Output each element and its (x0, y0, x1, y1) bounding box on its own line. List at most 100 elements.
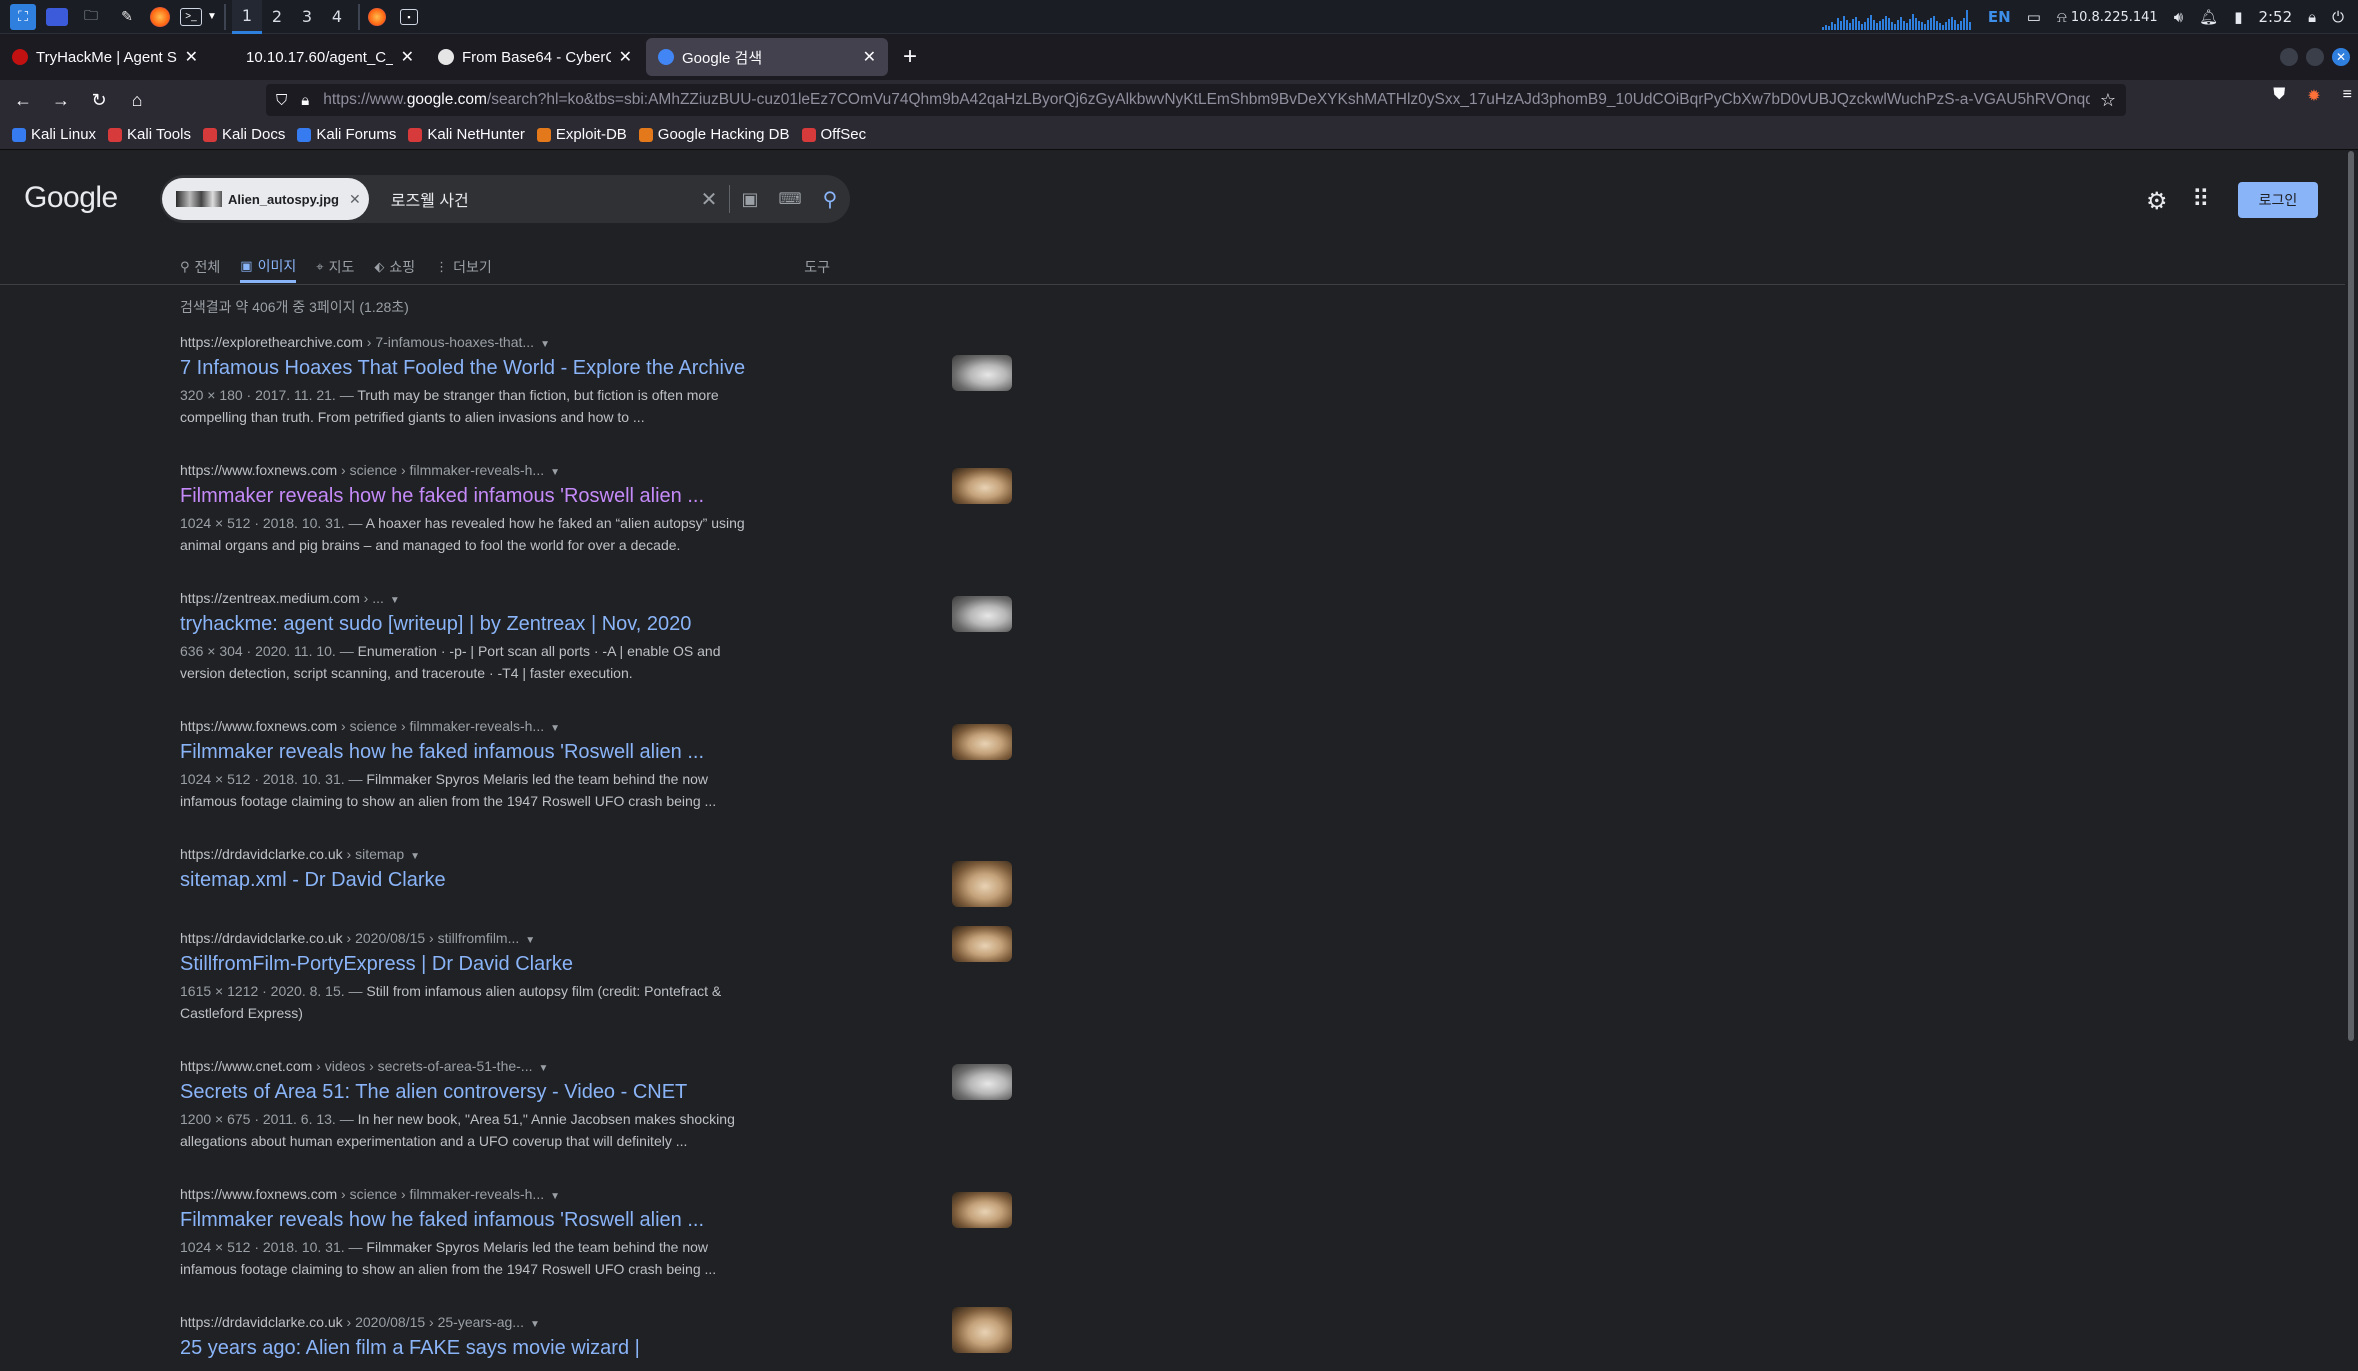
result-url[interactable]: https://zentreax.medium.com › ... ▼ (180, 590, 840, 606)
result-title-link[interactable]: 25 years ago: Alien film a FAKE says mov… (180, 1337, 840, 1360)
workspace-2[interactable]: 2 (262, 0, 292, 34)
result-title-link[interactable]: Filmmaker reveals how he faked infamous … (180, 741, 840, 764)
result-url[interactable]: https://www.cnet.com › videos › secrets-… (180, 1058, 840, 1074)
result-title-link[interactable]: Secrets of Area 51: The alien controvers… (180, 1081, 840, 1104)
caret-down-icon[interactable]: ▼ (550, 1191, 560, 1202)
caret-down-icon[interactable]: ▼ (525, 935, 535, 946)
pocket-icon[interactable]: ⛊ (2273, 86, 2285, 106)
tab-close-icon[interactable]: ✕ (619, 47, 632, 67)
workspace-4[interactable]: 4 (322, 0, 352, 34)
new-tab-button[interactable]: + (890, 34, 930, 80)
caret-down-icon[interactable]: ▼ (390, 595, 400, 606)
url-text[interactable]: https://www.google.com/search?hl=ko&tbs=… (323, 91, 2090, 109)
desktop-icon[interactable] (46, 7, 68, 26)
result-title-link[interactable]: 7 Infamous Hoaxes That Fooled the World … (180, 357, 840, 380)
result-thumbnail[interactable] (952, 355, 1012, 391)
tools-button[interactable]: 도구 (804, 251, 830, 283)
result-thumbnail[interactable] (952, 861, 1012, 907)
bookmark-item[interactable]: Exploit-DB (536, 126, 627, 143)
scrollbar[interactable] (2348, 151, 2354, 1041)
gear-icon[interactable]: ⚙ (2146, 187, 2168, 216)
volume-icon[interactable]: 🔊︎ (2174, 8, 2183, 26)
search-tab[interactable]: ⋮ 더보기 (435, 251, 492, 283)
lock-icon[interactable]: 🔒︎ (301, 92, 309, 109)
lock-icon[interactable]: 🔒︎ (2308, 8, 2316, 26)
result-thumbnail[interactable] (952, 926, 1012, 962)
power-icon[interactable]: ⏻ (2332, 8, 2344, 26)
clear-search-icon[interactable]: ✕ (689, 187, 729, 212)
network-icon[interactable]: ⍾ 10.8.225.141 (2057, 8, 2158, 26)
browser-tab[interactable]: From Base64 - CyberChef ✕ (426, 34, 644, 80)
search-tab[interactable]: ⌖ 지도 (316, 251, 354, 283)
result-thumbnail[interactable] (952, 596, 1012, 632)
image-search-chip[interactable]: Alien_autospy.jpg ✕ (162, 178, 369, 220)
caret-down-icon[interactable]: ▼ (540, 339, 550, 350)
tab-close-icon[interactable]: ✕ (185, 47, 198, 67)
tab-close-icon[interactable]: ✕ (863, 47, 876, 67)
kali-menu-icon[interactable]: ⛶ (10, 3, 36, 30)
bookmark-item[interactable]: Google Hacking DB (638, 126, 790, 143)
result-thumbnail[interactable] (952, 468, 1012, 504)
result-url[interactable]: https://www.foxnews.com › science › film… (180, 1186, 840, 1202)
forward-button[interactable]: → (46, 85, 76, 115)
maximize-button[interactable] (2306, 48, 2324, 66)
tab-close-icon[interactable]: ✕ (401, 47, 414, 67)
result-thumbnail[interactable] (952, 724, 1012, 760)
terminal-window-icon[interactable]: ▪ (400, 8, 418, 25)
browser-tab[interactable]: 10.10.17.60/agent_C_attentio ✕ (210, 34, 426, 80)
result-title-link[interactable]: sitemap.xml - Dr David Clarke (180, 869, 840, 892)
hamburger-menu-icon[interactable]: ≡ (2343, 86, 2352, 106)
keyboard-icon[interactable]: ⌨ (770, 189, 810, 209)
result-url[interactable]: https://www.foxnews.com › science › film… (180, 718, 840, 734)
search-input[interactable]: 로즈웰 사건 (391, 187, 689, 211)
result-url[interactable]: https://www.foxnews.com › science › film… (180, 462, 840, 478)
login-button[interactable]: 로그인 (2238, 182, 2318, 218)
result-title-link[interactable]: Filmmaker reveals how he faked infamous … (180, 1209, 840, 1232)
google-logo[interactable]: Google (24, 181, 118, 215)
chip-remove-icon[interactable]: ✕ (349, 191, 361, 208)
minimize-button[interactable] (2280, 48, 2298, 66)
search-tab[interactable]: ⬖ 쇼핑 (374, 251, 415, 283)
bookmark-item[interactable]: Kali Docs (202, 126, 285, 143)
keyboard-layout[interactable]: EN (1988, 8, 2011, 26)
file-manager-icon[interactable]: 🗀 (78, 4, 104, 30)
caret-down-icon[interactable]: ▼ (550, 467, 560, 478)
result-title-link[interactable]: StillfromFilm-PortyExpress | Dr David Cl… (180, 953, 840, 976)
text-editor-icon[interactable]: ✎ (114, 4, 140, 30)
bookmark-item[interactable]: Kali Forums (297, 126, 396, 143)
caret-down-icon[interactable]: ▼ (530, 1319, 540, 1330)
browser-tab[interactable]: Google 검색 ✕ (646, 38, 888, 76)
result-url[interactable]: https://drdavidclarke.co.uk › 2020/08/15… (180, 930, 840, 946)
result-title-link[interactable]: tryhackme: agent sudo [writeup] | by Zen… (180, 613, 840, 636)
result-url[interactable]: https://explorethearchive.com › 7-infamo… (180, 334, 840, 350)
battery-icon[interactable]: ▮ (2234, 8, 2242, 26)
close-window-button[interactable]: ✕ (2332, 48, 2350, 66)
result-thumbnail[interactable] (952, 1192, 1012, 1228)
camera-icon[interactable]: ▣ (730, 189, 770, 210)
bookmark-item[interactable]: Kali Tools (108, 126, 191, 143)
bookmark-item[interactable]: Kali Linux (12, 126, 96, 143)
firefox-window-icon[interactable] (368, 7, 386, 26)
result-thumbnail[interactable] (952, 1307, 1012, 1353)
url-bar[interactable]: ⛉ 🔒︎ https://www.google.com/search?hl=ko… (266, 84, 2126, 116)
browser-tab[interactable]: TryHackMe | Agent Sudo ✕ (0, 34, 210, 80)
bookmark-item[interactable]: OffSec (801, 126, 866, 143)
chevron-down-icon[interactable]: ▼ (206, 4, 218, 30)
caret-down-icon[interactable]: ▼ (538, 1063, 548, 1074)
result-url[interactable]: https://drdavidclarke.co.uk › 2020/08/15… (180, 1314, 840, 1330)
notification-bell-icon[interactable]: 🔔︎ (2199, 8, 2218, 26)
bookmark-item[interactable]: Kali NetHunter (408, 126, 525, 143)
reload-button[interactable]: ↻ (84, 85, 114, 115)
firefox-icon[interactable] (150, 6, 170, 27)
back-button[interactable]: ← (8, 85, 38, 115)
search-tab[interactable]: ▣ 이미지 (240, 251, 297, 283)
caret-down-icon[interactable]: ▼ (550, 723, 560, 734)
result-title-link[interactable]: Filmmaker reveals how he faked infamous … (180, 485, 840, 508)
workspace-1[interactable]: 1 (232, 0, 262, 34)
result-url[interactable]: https://drdavidclarke.co.uk › sitemap ▼ (180, 846, 840, 862)
caret-down-icon[interactable]: ▼ (410, 851, 420, 862)
apps-grid-icon[interactable]: ⠿ (2192, 185, 2210, 214)
home-button[interactable]: ⌂ (122, 85, 152, 115)
shield-icon[interactable]: ⛉ (276, 92, 287, 109)
extension-icon[interactable]: ✹ (2307, 86, 2320, 106)
